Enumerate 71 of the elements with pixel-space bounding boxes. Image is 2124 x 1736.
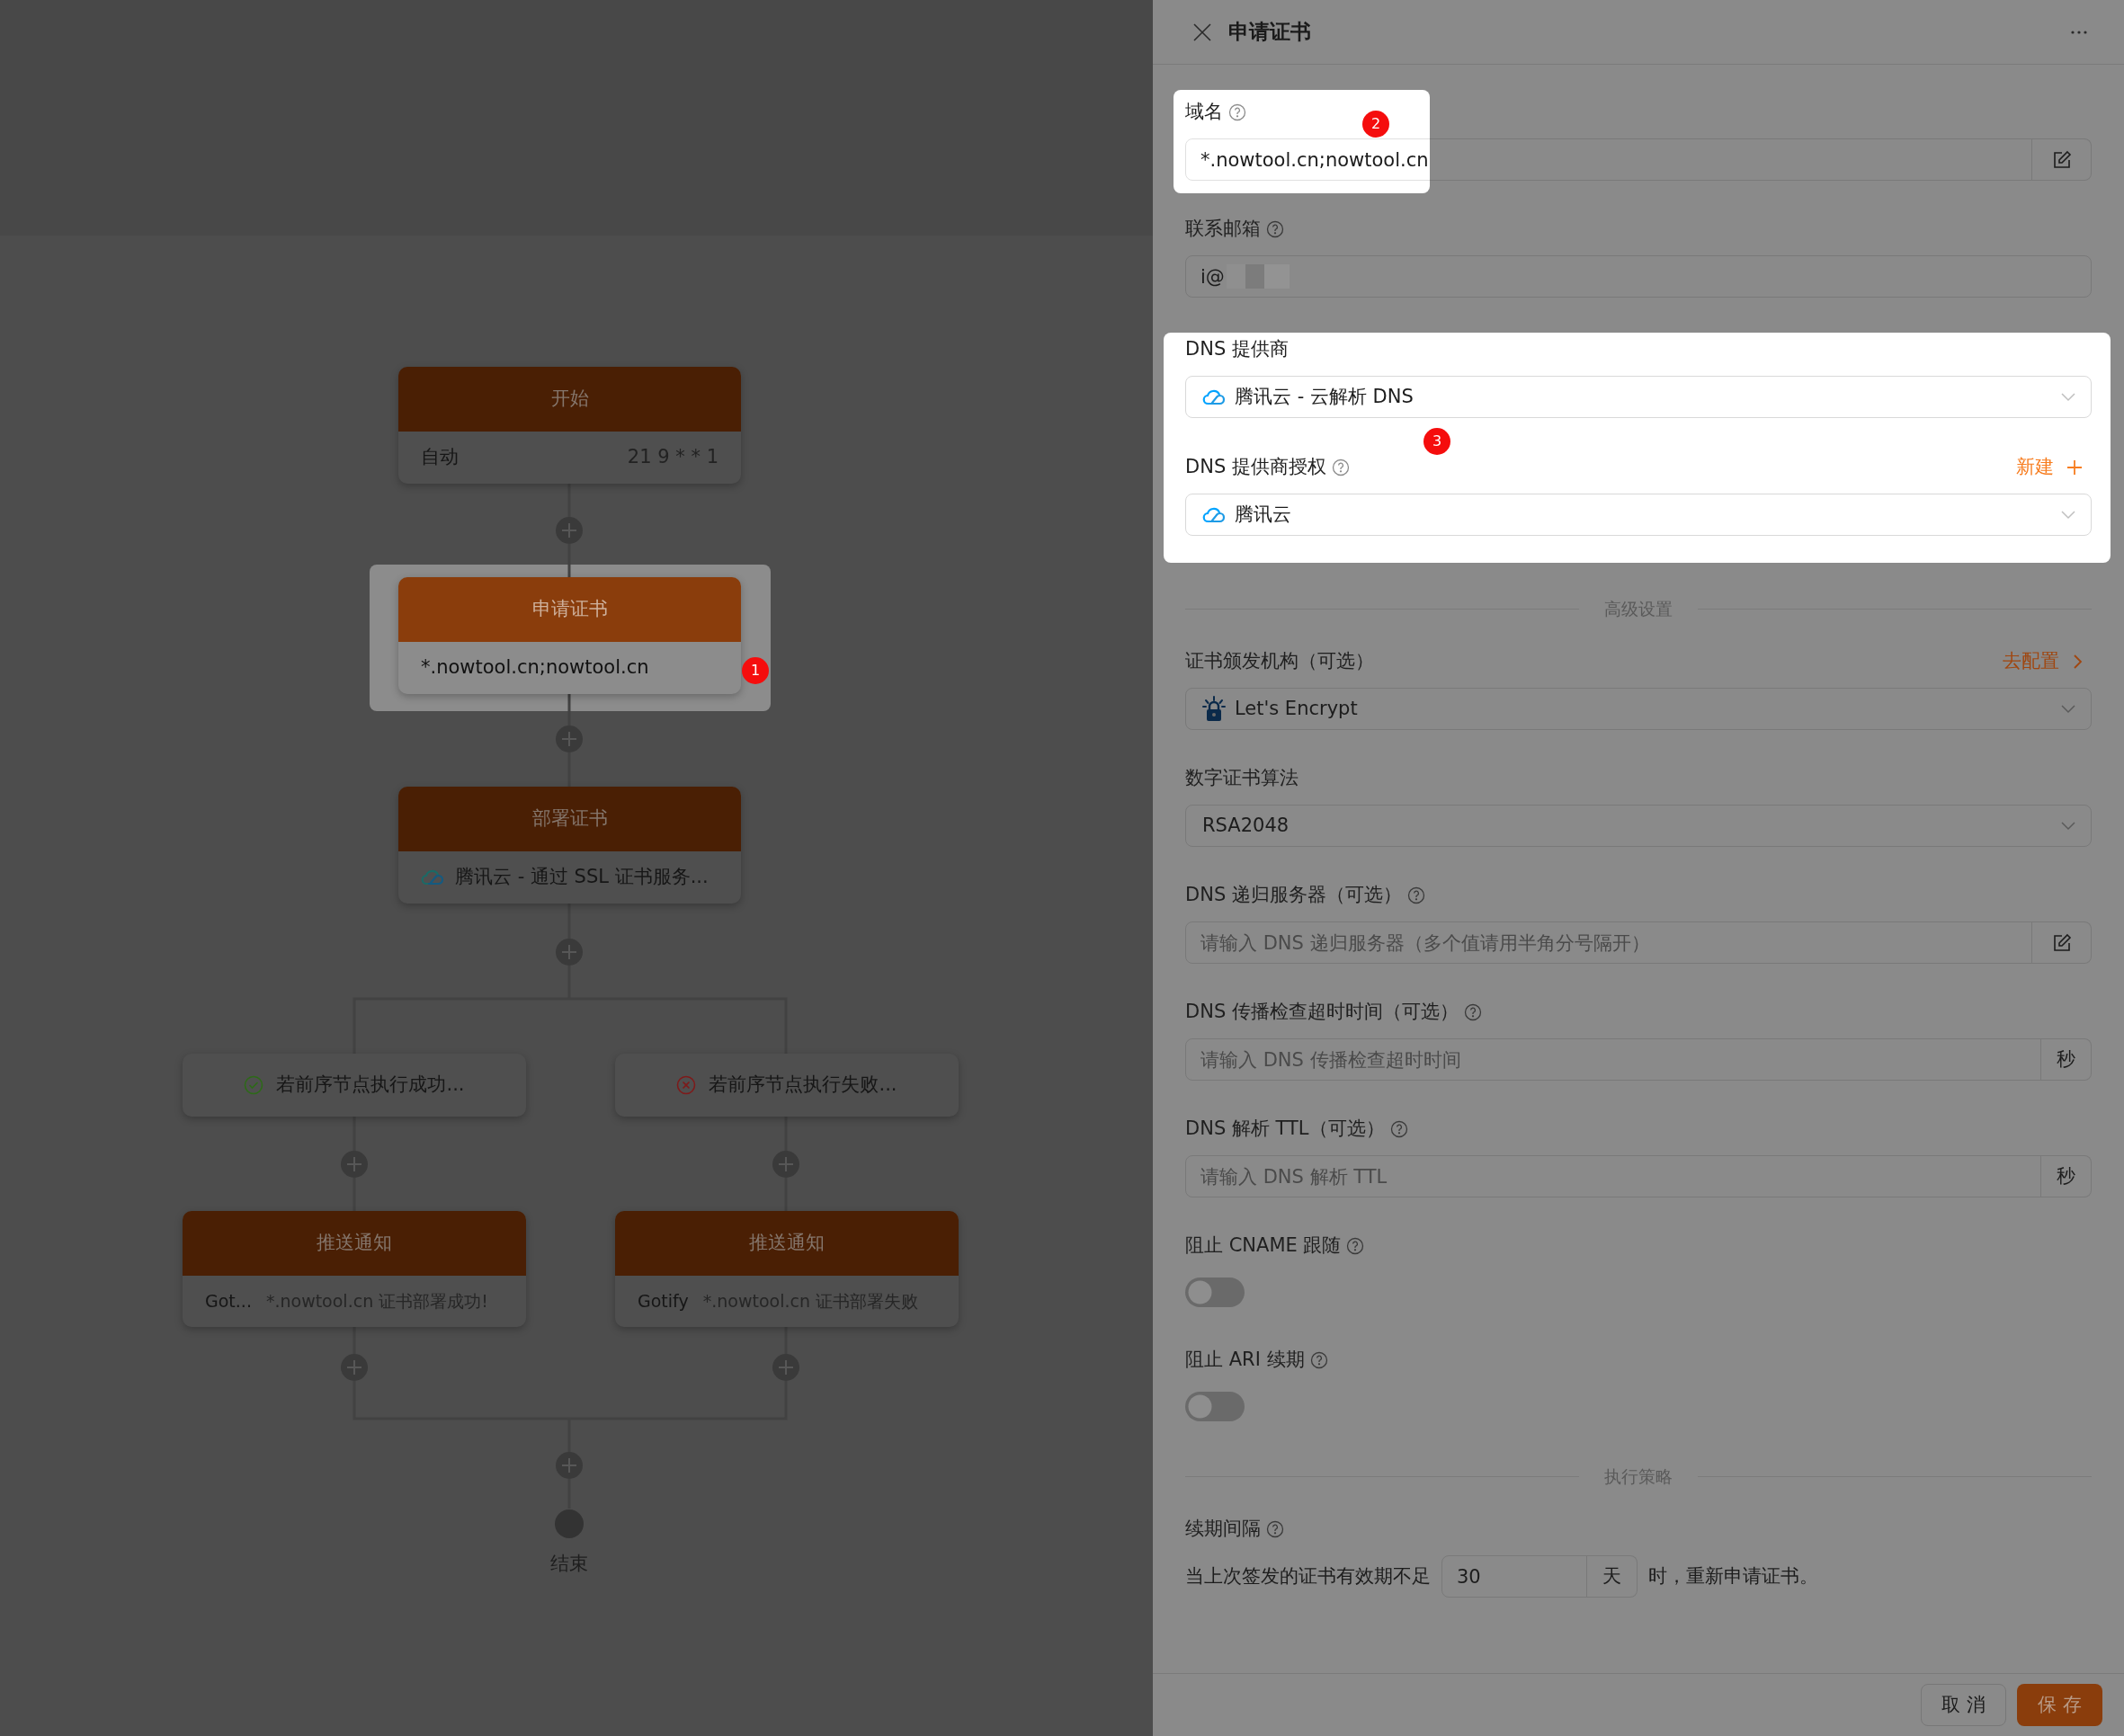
chevron-down-icon	[2060, 391, 2076, 403]
node-card[interactable]: 部署证书 腾讯云 - 通过 SSL 证书服务...	[398, 787, 741, 904]
interval-text: 时，重新申请证书。	[1648, 1563, 1818, 1589]
plus-icon	[2066, 459, 2083, 476]
cloud-icon	[1202, 505, 1226, 524]
field-label: DNS 传播检查超时时间（可选）	[1185, 1000, 1459, 1025]
node-title: 部署证书	[398, 787, 741, 851]
field-label: DNS 解析 TTL（可选）	[1185, 1117, 1385, 1142]
x-circle-icon	[676, 1075, 697, 1095]
channel-name: Got...	[205, 1290, 252, 1313]
chevron-down-icon	[2060, 509, 2076, 521]
select-field[interactable]: RSA2048	[1185, 805, 2092, 847]
add-node-button[interactable]	[555, 938, 584, 966]
lock-icon	[1202, 695, 1226, 723]
node-title: 申请证书	[398, 577, 741, 642]
cloud-icon	[421, 868, 444, 886]
drawer-title: 申请证书	[1228, 19, 1311, 46]
more-icon[interactable]	[2070, 29, 2088, 35]
field-label: 阻止 ARI 续期	[1185, 1348, 1305, 1373]
add-node-button[interactable]	[340, 1353, 369, 1382]
cloud-icon	[1202, 387, 1226, 406]
select-field[interactable]: 腾讯云	[1185, 494, 2092, 536]
save-button[interactable]: 保 存	[2017, 1684, 2102, 1726]
edit-icon	[2051, 932, 2072, 953]
chevron-down-icon	[2060, 703, 2076, 715]
node-card[interactable]: 申请证书 *.nowtool.cn;nowtool.cn	[398, 577, 741, 694]
edit-button[interactable]	[2032, 138, 2092, 181]
node-title: 推送通知	[183, 1211, 526, 1276]
unit-label: 秒	[2041, 1038, 2092, 1081]
field-label: 阻止 CNAME 跟随	[1185, 1233, 1342, 1259]
step-number: 3	[1423, 428, 1450, 455]
edit-icon	[2051, 149, 2072, 170]
cancel-button[interactable]: 取 消	[1921, 1684, 2006, 1726]
add-node-button[interactable]	[772, 1353, 800, 1382]
node-title: 开始	[398, 367, 741, 432]
unit-label: 秒	[2041, 1155, 2092, 1197]
add-node-button[interactable]	[555, 1451, 584, 1480]
chevron-right-icon	[2072, 654, 2083, 670]
field-label: 续期间隔	[1185, 1517, 1261, 1542]
condition-label: 若前序节点执行失败...	[709, 1073, 897, 1098]
interval-text: 当上次签发的证书有效期不足	[1185, 1563, 1431, 1589]
end-node	[554, 1509, 585, 1539]
add-node-button[interactable]	[555, 516, 584, 545]
field-label: 数字证书算法	[1185, 766, 1298, 791]
field-label: DNS 提供商授权	[1185, 455, 1326, 480]
field-label: DNS 提供商	[1185, 337, 1289, 362]
field-label: 联系邮箱	[1185, 217, 1261, 242]
field-label: 证书颁发机构（可选）	[1185, 649, 1374, 674]
connector-line	[567, 692, 571, 726]
channel-name: Gotify	[638, 1290, 689, 1313]
unit-label: 天	[1587, 1555, 1638, 1598]
add-node-button[interactable]	[340, 1150, 369, 1179]
connector-line	[567, 544, 571, 577]
toggle-switch[interactable]	[1185, 1278, 1245, 1307]
create-link[interactable]: 新建	[2016, 453, 2092, 482]
provider-text: 腾讯云 - 通过 SSL 证书服务...	[455, 865, 709, 890]
field-label: 域名	[1185, 100, 1223, 125]
check-circle-icon	[244, 1075, 264, 1095]
node-title: 推送通知	[615, 1211, 959, 1276]
select-field[interactable]: 腾讯云 - 云解析 DNS	[1185, 376, 2092, 418]
add-node-button[interactable]	[555, 725, 584, 753]
field-label: DNS 递归服务器（可选）	[1185, 883, 1402, 908]
add-node-button[interactable]	[772, 1150, 800, 1179]
trigger-mode: 自动	[421, 445, 459, 470]
close-icon[interactable]	[1192, 22, 1212, 42]
edit-button[interactable]	[2032, 921, 2092, 964]
condition-label: 若前序节点执行成功...	[276, 1073, 465, 1098]
chevron-down-icon	[2060, 820, 2076, 832]
toggle-switch[interactable]	[1185, 1392, 1245, 1421]
select-field[interactable]: Let's Encrypt	[1185, 688, 2092, 730]
domain-text: *.nowtool.cn;nowtool.cn	[421, 655, 649, 681]
